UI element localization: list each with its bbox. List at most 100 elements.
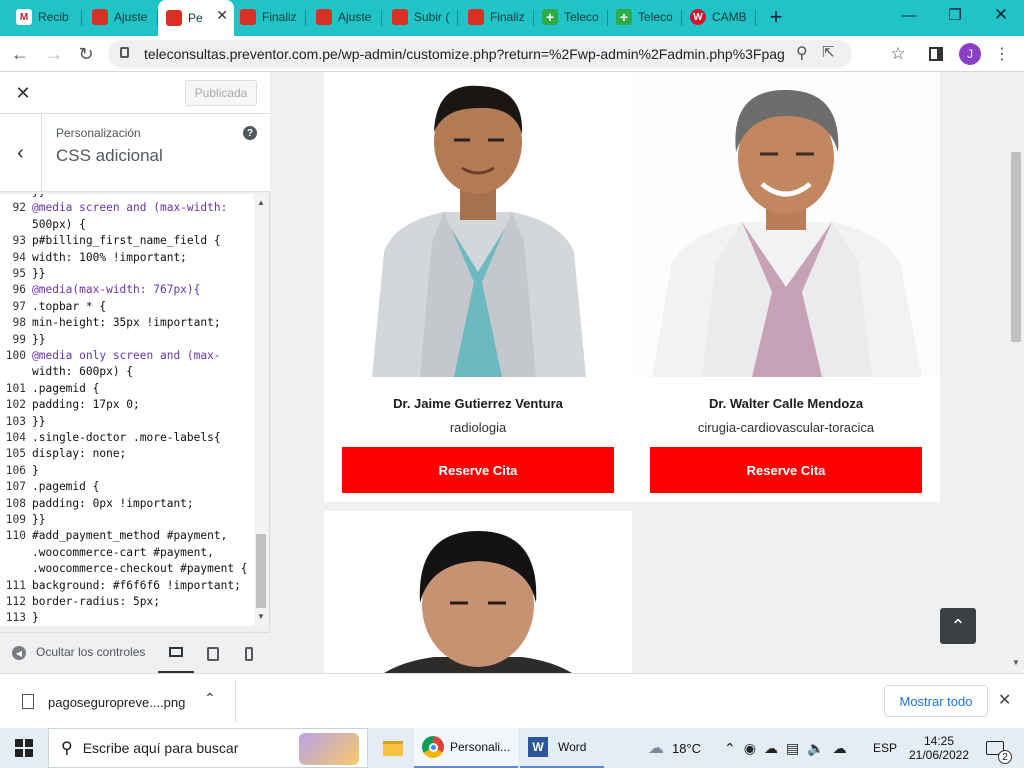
line-number: 103	[5, 414, 26, 428]
forward-button[interactable]: →	[42, 42, 66, 66]
line-number: 112	[5, 595, 26, 608]
hide-controls-link[interactable]: Ocultar los controles	[36, 645, 145, 659]
minimize-button[interactable]: —	[886, 0, 932, 30]
tablet-preview-icon[interactable]	[196, 633, 230, 674]
language-indicator[interactable]: ESP	[870, 728, 900, 768]
scroll-top-button[interactable]: ⌃	[940, 608, 976, 644]
tab-1[interactable]: M Recib	[8, 2, 82, 32]
preview-scrollbar[interactable]: ▼	[1008, 72, 1024, 673]
notification-badge: 2	[998, 750, 1012, 764]
customizer-panel: ✕ Publicada ‹ Personalización CSS adicio…	[0, 72, 270, 674]
editor-scrollbar[interactable]: ▲ ▼	[254, 194, 268, 626]
tab-title: Pe	[188, 11, 203, 25]
tab-2[interactable]: Ajuste	[84, 2, 158, 32]
editor-scroll-thumb[interactable]	[256, 534, 266, 608]
back-button[interactable]: ←	[8, 42, 32, 66]
tab-4[interactable]: Finaliz	[232, 2, 306, 32]
reload-button[interactable]: ↻	[74, 42, 98, 66]
tab-title: Finaliz	[490, 10, 525, 24]
side-panel-icon[interactable]	[924, 42, 948, 66]
people-icon: ◉	[743, 739, 756, 756]
download-filename[interactable]: pagoseguropreve....png	[48, 695, 185, 710]
taskbar-app-word[interactable]: W Word	[520, 728, 604, 768]
close-customizer-icon[interactable]: ✕	[10, 80, 36, 106]
line-number: 97	[12, 299, 26, 313]
menu-icon[interactable]: ⋮	[990, 42, 1014, 66]
tab-6[interactable]: Subir (	[384, 2, 458, 32]
tab-title: Ajuste	[114, 10, 148, 24]
profile-avatar[interactable]: J	[958, 42, 982, 66]
code-text: #add_payment_method #payment,	[32, 529, 228, 543]
close-window-button[interactable]: ✕	[978, 0, 1024, 30]
code-text: @media(max-width: 767px){	[32, 283, 201, 297]
code-text: .woocommerce-cart #payment,	[32, 545, 214, 559]
show-all-button[interactable]: Mostrar todo	[884, 685, 988, 717]
doctor-card: Dr. Walter Calle Mendoza cirugia-cardiov…	[632, 72, 940, 502]
url-text[interactable]: teleconsultas.preventor.com.pe/wp-admin/…	[144, 46, 784, 62]
tab-strip: M Recib Ajuste Pe ✕ Finaliz Ajuste Subir (Final…	[0, 0, 1024, 36]
zoom-icon[interactable]: ⚲	[796, 43, 808, 63]
close-tab-icon[interactable]: ✕	[216, 7, 228, 24]
reserve-button[interactable]: Reserve Cita	[342, 447, 614, 493]
mobile-preview-icon[interactable]	[232, 633, 266, 674]
help-icon[interactable]: ?	[243, 126, 257, 140]
collapse-icon[interactable]: ◀	[12, 646, 26, 660]
tab-title: Teleco	[638, 10, 673, 24]
section-title: CSS adicional	[56, 146, 163, 165]
code-text: }}	[32, 332, 46, 346]
taskbar-search-box[interactable]: ⚲ Escribe aquí para buscar	[48, 728, 368, 768]
tab-9[interactable]: + Teleco	[608, 2, 682, 32]
address-bar[interactable]: teleconsultas.preventor.com.pe/wp-admin/…	[108, 40, 852, 68]
code-text: min-height: 35px !important;	[32, 316, 221, 330]
file-explorer-icon[interactable]	[376, 728, 410, 768]
clock[interactable]: 14:25 21/06/2022	[906, 728, 972, 768]
bookmark-star-icon[interactable]: ☆	[886, 42, 910, 66]
share-icon[interactable]: ⇱	[822, 43, 835, 61]
system-tray[interactable]: ⌃ ◉ ☁ ▤ 🔈 ☁	[724, 728, 864, 768]
publish-button[interactable]: Publicada	[185, 80, 257, 106]
site-preview: Dr. Jaime Gutierrez Ventura radiologia R…	[270, 72, 1008, 673]
doctor-name: Dr. Jaime Gutierrez Ventura	[393, 396, 563, 411]
start-button[interactable]	[0, 728, 48, 768]
close-download-bar-icon[interactable]: ✕	[998, 690, 1011, 710]
line-number: 107	[5, 480, 26, 494]
chevron-up-icon[interactable]: ⌃	[204, 690, 216, 707]
code-text: .pagemid {	[32, 381, 100, 395]
code-text: background: #f6f6f6 !important;	[32, 578, 241, 592]
preview-scroll-thumb[interactable]	[1011, 152, 1021, 342]
gmail-icon: M	[16, 9, 32, 25]
line-number: 95	[12, 267, 26, 280]
weather-widget[interactable]: ☁ 18°C	[648, 728, 720, 768]
doctor-specialty: cirugia-cardiovascular-toracica	[697, 420, 875, 435]
reserve-button[interactable]: Reserve Cita	[650, 447, 922, 493]
desktop-preview-icon[interactable]	[158, 633, 194, 674]
maximize-button[interactable]: ❐	[932, 0, 978, 30]
customizer-footer: ◀ Ocultar los controles	[0, 632, 270, 674]
new-tab-button[interactable]: +	[756, 0, 796, 34]
doctor-specialty: radiologia	[449, 420, 507, 435]
tab-7[interactable]: Finaliz	[460, 2, 534, 32]
tab-10[interactable]: W CAMB	[682, 2, 756, 32]
download-bar: pagoseguropreve....png ⌃ Mostrar todo ✕	[0, 673, 1024, 728]
line-number: 108	[5, 496, 26, 510]
cloud-icon: ☁	[832, 739, 847, 756]
code-text: .woocommerce-checkout #payment {	[32, 562, 248, 576]
tab-title: Teleco	[564, 10, 599, 24]
tab-3[interactable]: Pe ✕	[158, 0, 234, 36]
file-icon	[22, 694, 34, 709]
site-icon	[92, 9, 108, 25]
back-arrow-icon[interactable]: ‹	[0, 114, 42, 192]
taskbar-app-chrome[interactable]: Personali...	[414, 728, 518, 768]
line-number: 93	[12, 234, 26, 248]
doctor-photo	[324, 511, 632, 673]
tab-8[interactable]: + Teleco	[534, 2, 608, 32]
search-placeholder: Escribe aquí para buscar	[82, 740, 239, 756]
css-code-editor[interactable]: }} 92 @media screen and (max-width: 500px) …	[0, 194, 268, 626]
cross-icon: +	[616, 9, 632, 25]
code-text: }	[32, 463, 39, 477]
code-text: 500px) {	[32, 217, 86, 231]
tab-5[interactable]: Ajuste	[308, 2, 382, 32]
code-text: border-radius: 5px;	[32, 595, 160, 608]
notification-icon[interactable]: 2	[980, 728, 1012, 768]
line-number: 113	[5, 611, 26, 625]
